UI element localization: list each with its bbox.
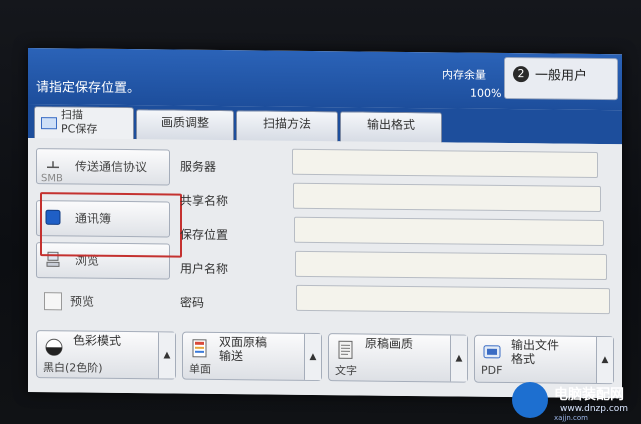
original-quality-button[interactable]: 原稿画质 文字 ▲ (328, 333, 468, 383)
duplex-value: 单面 (189, 362, 211, 376)
protocol-icon (47, 161, 59, 169)
file-format-icon (483, 345, 501, 359)
server-field[interactable] (292, 148, 598, 178)
red-highlight-box (40, 192, 182, 258)
password-field[interactable] (296, 284, 610, 315)
preview-checkbox[interactable] (44, 292, 62, 311)
transfer-protocol-button[interactable]: 传送通信协议 SMB (36, 148, 170, 186)
scroll-up-icon[interactable]: ▲ (304, 333, 321, 381)
memory-value: 100% (470, 86, 502, 100)
touch-panel: 请指定保存位置。 内存余量 100% 2 一般用户 扫描 PC保存 画质调整 扫… (28, 48, 622, 399)
status-message: 请指定保存位置。 (36, 80, 141, 97)
preview-toggle[interactable]: 预览 (36, 284, 168, 319)
watermark-title: 电脑装配网 (554, 387, 624, 403)
tab-label: 画质调整 (160, 115, 209, 130)
document-icon (338, 340, 353, 359)
user-icon: 2 (513, 66, 529, 83)
tab-scan-pc-save[interactable]: 扫描 PC保存 (34, 106, 134, 141)
duplex-label-line2: 输送 (219, 349, 244, 364)
duplex-original-button[interactable]: 双面原稿 输送 单面 ▲ (182, 331, 322, 382)
tab-label: 扫描方法 (262, 116, 311, 131)
share-name-field[interactable] (293, 182, 601, 213)
output-label-line2: 格式 (511, 352, 536, 367)
scroll-up-icon[interactable]: ▲ (158, 332, 175, 379)
site-watermark: 电脑装配网 www.dnzp.com xajjn.com (508, 380, 638, 424)
tab-output-format[interactable]: 输出格式 (340, 111, 442, 144)
password-label: 密码 (180, 295, 205, 310)
tab-scan-method[interactable]: 扫描方法 (236, 110, 338, 143)
output-value: PDF (481, 363, 503, 377)
message-bar: 请指定保存位置。 内存余量 100% 2 一般用户 (28, 48, 622, 111)
server-label: 服务器 (180, 159, 217, 174)
scroll-up-icon[interactable]: ▲ (596, 336, 613, 384)
color-mode-label: 色彩模式 (73, 333, 122, 348)
save-location-label: 保存位置 (180, 227, 229, 243)
user-mode-button[interactable]: 2 一般用户 (504, 56, 618, 101)
output-file-format-button[interactable]: 输出文件 格式 PDF ▲ (474, 334, 614, 385)
pc-icon (41, 117, 57, 130)
quality-label: 原稿画质 (365, 336, 414, 352)
tab-label-line2: PC保存 (61, 122, 98, 136)
color-mode-icon (45, 338, 63, 356)
duplex-icon (192, 339, 207, 358)
preview-label: 预览 (70, 294, 95, 309)
color-mode-button[interactable]: 色彩模式 黑白(2色阶) ▲ (36, 330, 176, 380)
quality-value: 文字 (335, 364, 357, 378)
user-name-field[interactable] (295, 250, 607, 281)
shark-logo-icon (512, 382, 548, 418)
color-mode-value: 黑白(2色阶) (43, 361, 103, 375)
save-location-field[interactable] (294, 216, 604, 247)
memory-label: 内存余量 (442, 68, 486, 82)
protocol-value: SMB (41, 173, 63, 185)
protocol-label: 传送通信协议 (75, 159, 148, 175)
tab-image-quality[interactable]: 画质调整 (136, 109, 234, 142)
share-name-label: 共享名称 (180, 193, 229, 209)
user-mode-label: 一般用户 (535, 68, 588, 84)
watermark-url: www.dnzp.com (560, 404, 629, 414)
user-name-label: 用户名称 (180, 261, 229, 277)
watermark-pinyin: xajjn.com (554, 414, 588, 422)
scroll-up-icon[interactable]: ▲ (450, 335, 467, 382)
tab-label: 输出格式 (366, 117, 415, 133)
